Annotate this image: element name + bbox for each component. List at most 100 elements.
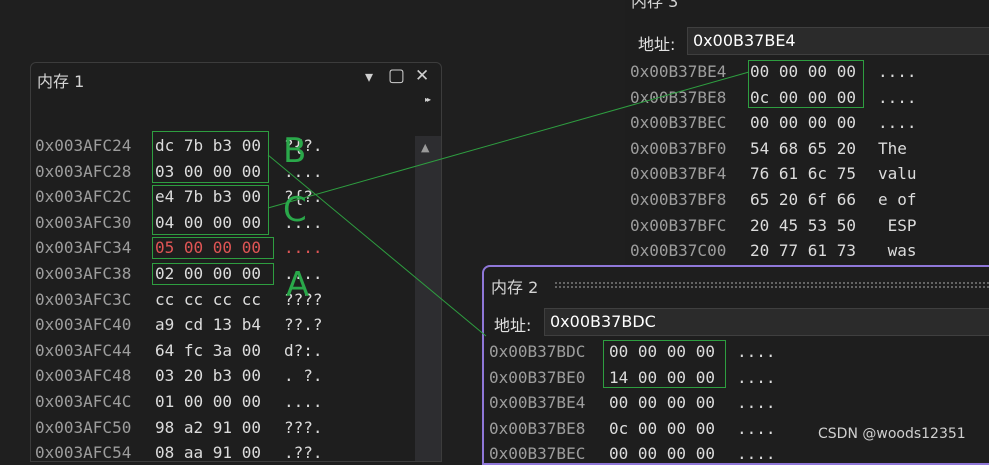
annotation-letter-c: C — [283, 190, 307, 230]
memory-bytes[interactable]: 00 00 00 00 — [609, 390, 715, 415]
memory-row: 0x00B37BF0 54 68 65 20 The — [625, 136, 989, 161]
memory-bytes[interactable]: 03 20 b3 00 — [155, 363, 261, 388]
memory-address: 0x003AFC4C — [35, 392, 132, 411]
memory-bytes[interactable]: 00 00 00 00 — [609, 339, 715, 364]
memory-ascii: .... — [737, 342, 776, 361]
memory-bytes[interactable]: 04 00 00 00 — [155, 210, 261, 235]
watermark: CSDN @woods12351 — [818, 426, 966, 442]
memory-row: 0x003AFC30 04 00 00 00.... — [31, 210, 411, 235]
memory-bytes[interactable]: 0c 00 00 00 — [609, 416, 715, 441]
memory-address: 0x00B37BEC — [489, 444, 586, 464]
memory-address: 0x003AFC54 — [35, 443, 132, 462]
maximize-icon[interactable]: ▢ — [388, 65, 405, 86]
memory-bytes[interactable]: cc cc cc cc — [155, 287, 261, 312]
memory-ascii: .... — [737, 367, 776, 387]
memory-3-titlebar: 内存 3 — [625, 0, 989, 14]
memory-bytes[interactable]: 98 a2 91 00 — [155, 415, 261, 440]
memory-row: 0x003AFC40 a9 cd 13 b4??.? — [31, 312, 411, 337]
memory-address: 0x00B37BE4 — [489, 393, 586, 413]
memory-bytes[interactable]: e4 7b b3 00 — [155, 184, 261, 209]
memory-row: 0x00B37C00 20 77 61 73 was — [625, 238, 989, 263]
memory-ascii: .... — [878, 113, 917, 133]
memory-row: 0x00B37BDC 00 00 00 00.... — [484, 339, 984, 364]
memory-3-address-bar: 地址: 0x00B37BE4 — [625, 26, 989, 56]
memory-bytes[interactable]: 08 aa 91 00 — [155, 440, 261, 461]
memory-bytes[interactable]: 01 00 00 00 — [155, 389, 261, 414]
memory-address: 0x00B37C00 — [630, 241, 727, 261]
memory-address: 0x003AFC38 — [35, 264, 132, 283]
memory-1-scrollbar[interactable]: ▲ — [415, 136, 441, 461]
overflow-chevron-icon[interactable]: ▸▸ — [425, 95, 431, 104]
memory-address: 0x003AFC50 — [35, 417, 132, 437]
memory-3-address-input[interactable]: 0x00B37BE4 — [687, 27, 989, 55]
memory-row: 0x003AFC3C cc cc cc cc???? — [31, 287, 411, 312]
memory-bytes[interactable]: 20 77 61 73 — [750, 238, 856, 263]
memory-row: 0x00B37BEC 00 00 00 00.... — [625, 110, 989, 135]
memory-row: 0x003AFC48 03 20 b3 00 . ?. — [31, 363, 411, 388]
memory-address: 0x00B37BFC — [630, 215, 727, 235]
memory-address: 0x00B37BF0 — [630, 138, 727, 158]
memory-row: 0x003AFC34 05 00 00 00.... — [31, 235, 411, 260]
memory-row: 0x003AFC4C 01 00 00 00.... — [31, 389, 411, 414]
memory-address: 0x003AFC24 — [35, 136, 132, 155]
memory-address: 0x00B37BE0 — [489, 367, 586, 387]
memory-ascii: .... — [737, 418, 776, 438]
memory-2-address-label: 地址: — [494, 316, 532, 335]
memory-bytes[interactable]: 02 00 00 00 — [155, 261, 261, 286]
memory-address: 0x00B37BE8 — [489, 418, 586, 438]
memory-ascii: e of — [878, 190, 917, 209]
memory-address: 0x003AFC28 — [35, 161, 132, 181]
memory-row: 0x003AFC44 64 fc 3a 00 d?:. — [31, 338, 411, 363]
memory-bytes[interactable]: 00 00 00 00 — [609, 441, 715, 463]
memory-row: 0x00B37BE0 14 00 00 00.... — [484, 365, 984, 390]
memory-1-title: 内存 1 — [37, 72, 85, 91]
memory-row: 0x00B37BEC 00 00 00 00.... — [484, 441, 984, 464]
memory-bytes[interactable]: a9 cd 13 b4 — [155, 312, 261, 337]
memory-bytes[interactable]: 05 00 00 00 — [155, 235, 261, 260]
memory-ascii: The — [878, 138, 917, 158]
memory-bytes[interactable]: 03 00 00 00 — [155, 159, 261, 184]
memory-ascii: ESP — [878, 215, 917, 235]
memory-bytes[interactable]: 00 00 00 00 — [750, 59, 856, 84]
memory-bytes[interactable]: dc 7b b3 00 — [155, 133, 261, 158]
memory-row: 0x003AFC24 dc 7b b3 00 ?{?. — [31, 133, 411, 158]
memory-2-address-input[interactable]: 0x00B37BDC — [544, 308, 989, 336]
memory-ascii: d?:. — [284, 340, 323, 360]
close-icon[interactable]: ✕ — [415, 66, 429, 86]
memory-bytes[interactable]: 54 68 65 20 — [750, 136, 856, 161]
memory-bytes[interactable]: 65 20 6f 66 — [750, 187, 856, 212]
memory-ascii: .... — [737, 393, 776, 413]
memory-bytes[interactable]: 20 45 53 50 — [750, 213, 856, 238]
memory-row: 0x00B37BE8 0c 00 00 00.... — [625, 85, 989, 110]
memory-ascii: ???. — [284, 417, 323, 437]
annotation-letter-a: A — [286, 265, 310, 305]
dropdown-icon[interactable]: ▾ — [365, 67, 373, 86]
memory-ascii: . ?. — [284, 366, 323, 386]
memory-bytes[interactable]: 64 fc 3a 00 — [155, 338, 261, 363]
memory-row: 0x003AFC28 03 00 00 00.... — [31, 159, 411, 184]
memory-address: 0x003AFC3C — [35, 289, 132, 309]
memory-2-drag-grip[interactable] — [554, 281, 989, 289]
scroll-up-icon[interactable]: ▲ — [421, 141, 429, 154]
memory-1-rows: 0x003AFC24 dc 7b b3 00 ?{?. 0x003AFC28 03 00… — [31, 133, 411, 462]
memory-ascii: ??.? — [284, 315, 323, 335]
memory-address: 0x00B37BF4 — [630, 164, 727, 184]
memory-bytes[interactable]: 00 00 00 00 — [750, 110, 856, 135]
memory-address: 0x00B37BEC — [630, 113, 727, 133]
memory-ascii: was — [878, 241, 917, 261]
memory-bytes[interactable]: 14 00 00 00 — [609, 365, 715, 390]
memory-row: 0x003AFC2C e4 7b b3 00 ?{?. — [31, 184, 411, 209]
memory-row: 0x003AFC38 02 00 00 00.... — [31, 261, 411, 286]
memory-ascii: .??. — [284, 443, 323, 462]
memory-bytes[interactable]: 76 61 6c 75 — [750, 161, 856, 186]
memory-address: 0x003AFC44 — [35, 340, 132, 360]
memory-bytes[interactable]: 0c 00 00 00 — [750, 85, 856, 110]
memory-2-rows: 0x00B37BDC 00 00 00 00.... 0x00B37BE0 14 00… — [484, 339, 984, 464]
memory-row: 0x00B37BF4 76 61 6c 75 valu — [625, 161, 989, 186]
memory-address: 0x00B37BE4 — [630, 62, 727, 81]
memory-window-3: 内存 3 地址: 0x00B37BE4 0x00B37BE4 00 00 00 0… — [625, 0, 989, 270]
memory-3-rows: 0x00B37BE4 00 00 00 00.... 0x00B37BE8 0c 00… — [625, 59, 989, 269]
memory-ascii: .... — [737, 444, 776, 464]
memory-2-title: 内存 2 — [491, 278, 539, 297]
memory-row: 0x00B37BF8 65 20 6f 66 e of — [625, 187, 989, 212]
